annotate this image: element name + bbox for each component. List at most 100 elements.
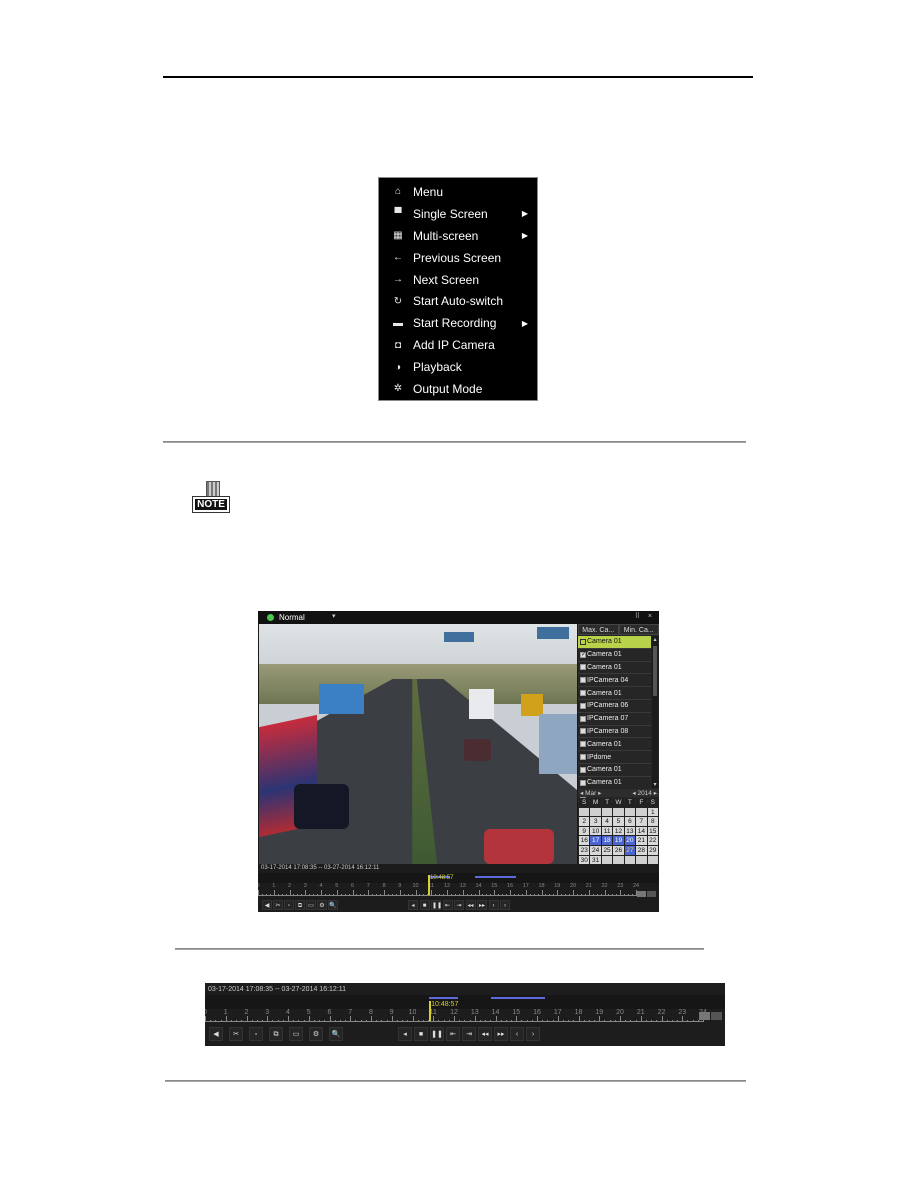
settings-icon[interactable]: ⚙ [309, 1027, 323, 1041]
prev-month-icon[interactable]: ◂ [580, 790, 583, 797]
camera-checkbox[interactable] [580, 754, 586, 761]
calendar-year[interactable]: ◂ 2014 ▸ [632, 789, 657, 797]
zoom-out-button[interactable] [647, 891, 656, 897]
camera-list-item[interactable]: IPCamera 04 [578, 674, 651, 688]
folder-icon[interactable]: ▭ [306, 900, 316, 910]
playback-mode-select[interactable]: Normal [279, 613, 305, 622]
lock-icon[interactable]: ▫ [284, 900, 294, 910]
tab-min-camera[interactable]: Min. Ca... [618, 624, 659, 635]
calendar-day[interactable]: 7 [636, 817, 647, 826]
camera-checkbox[interactable] [580, 702, 586, 709]
calendar-day[interactable]: 12 [613, 826, 624, 836]
camera-list-item[interactable]: Camera 01 [578, 763, 651, 777]
stop-icon[interactable]: ■ [419, 900, 430, 910]
reverse-play-icon[interactable]: ◂ [408, 900, 418, 910]
camera-checkbox[interactable] [580, 728, 586, 735]
camera-checkbox[interactable]: ✓ [580, 651, 586, 658]
camera-list-item[interactable]: Camera 01 [578, 738, 651, 752]
camera-list-item[interactable]: Camera 01 [578, 636, 651, 649]
camera-list-item[interactable]: IPdome [578, 751, 651, 764]
tab-max-camera[interactable]: Max. Ca... [578, 624, 619, 635]
calendar-day[interactable]: 3 [590, 817, 601, 826]
pause-icon[interactable]: ❚❚ [431, 900, 442, 910]
calendar-day[interactable]: 5 [613, 817, 624, 826]
calendar-day[interactable]: 29 [647, 845, 658, 855]
forward-30s-icon[interactable]: ⇥ [454, 900, 464, 910]
scroll-up-icon[interactable]: ▴ [652, 636, 658, 643]
prev-year-icon[interactable]: ◂ [632, 790, 635, 797]
calendar-day[interactable]: 14 [636, 826, 647, 836]
camera-checkbox[interactable] [580, 638, 586, 645]
menu-item-multi-screen[interactable]: ▦ Multi-screen ▶ [379, 225, 537, 247]
calendar-day[interactable]: 25 [601, 845, 613, 855]
folder-icon[interactable]: ▭ [289, 1027, 303, 1041]
next-day-icon[interactable]: › [500, 900, 510, 910]
zoom-in-button[interactable] [637, 891, 646, 897]
audio-icon[interactable]: ◀ [209, 1027, 223, 1041]
calendar-day[interactable]: 20 [624, 836, 636, 845]
calendar-day[interactable]: 17 [590, 836, 601, 845]
stop-icon[interactable]: ■ [414, 1027, 428, 1041]
camera-checkbox[interactable] [580, 779, 586, 786]
menu-item-output-mode[interactable]: ✲ Output Mode [379, 378, 537, 400]
calendar-day[interactable]: 1 [647, 807, 658, 817]
camera-list-scrollbar[interactable]: ▴ ▾ [652, 636, 658, 788]
search-icon[interactable]: 🔍 [329, 1027, 343, 1041]
reverse-play-icon[interactable]: ◂ [398, 1027, 412, 1041]
camera-list-item[interactable]: Camera 01 [578, 776, 651, 790]
camera-list-item[interactable]: IPCamera 07 [578, 712, 651, 726]
copy-icon[interactable]: ⧉ [269, 1027, 283, 1041]
slow-icon[interactable]: ◂◂ [478, 1027, 492, 1041]
fast-icon[interactable]: ▸▸ [477, 900, 487, 910]
prev-day-icon[interactable]: ‹ [510, 1027, 524, 1041]
calendar-day[interactable]: 10 [590, 826, 601, 836]
menu-item-next-screen[interactable]: → Next Screen [379, 269, 537, 291]
camera-list-item[interactable]: IPCamera 08 [578, 725, 651, 739]
calendar-day[interactable]: 24 [590, 845, 601, 855]
calendar-day[interactable]: 8 [647, 817, 658, 826]
calendar-day[interactable]: 30 [579, 855, 590, 865]
calendar-day[interactable]: 31 [590, 855, 601, 865]
menu-item-add-ip-camera[interactable]: ◘ Add IP Camera [379, 334, 537, 356]
fast-icon[interactable]: ▸▸ [494, 1027, 508, 1041]
calendar-day[interactable]: 23 [579, 845, 590, 855]
camera-checkbox[interactable] [580, 715, 586, 722]
calendar-month[interactable]: ◂ Mar ▸ [580, 789, 601, 797]
chevron-down-icon[interactable]: ▾ [332, 612, 336, 620]
menu-item-start-recording[interactable]: ▬ Start Recording ▶ [379, 312, 537, 334]
calendar-day[interactable]: 22 [647, 836, 658, 845]
camera-checkbox[interactable] [580, 664, 586, 671]
forward-30s-icon[interactable]: ⇥ [462, 1027, 476, 1041]
zoom-out-button[interactable] [711, 1012, 722, 1020]
calendar-day[interactable]: 21 [636, 836, 647, 845]
menu-item-menu[interactable]: ⌂ Menu [379, 181, 537, 203]
calendar-day[interactable]: 18 [601, 836, 613, 845]
calendar-day[interactable]: 16 [579, 836, 590, 845]
calendar-day[interactable]: 19 [613, 836, 624, 845]
rewind-30s-icon[interactable]: ⇤ [442, 900, 453, 910]
clip-icon[interactable]: ✂ [229, 1027, 243, 1041]
next-day-icon[interactable]: › [526, 1027, 540, 1041]
zoom-in-button[interactable] [699, 1012, 710, 1020]
rewind-30s-icon[interactable]: ⇤ [446, 1027, 460, 1041]
camera-checkbox[interactable] [580, 766, 586, 773]
camera-list-item[interactable]: Camera 01 [578, 687, 651, 700]
calendar-day[interactable]: 13 [624, 826, 636, 836]
copy-icon[interactable]: ⧉ [295, 900, 305, 910]
calendar-day[interactable]: 2 [579, 817, 590, 826]
lock-icon[interactable]: ▫ [249, 1027, 263, 1041]
calendar-day[interactable]: 26 [613, 845, 624, 855]
scroll-down-icon[interactable]: ▾ [652, 781, 658, 788]
calendar-day[interactable]: 11 [601, 826, 613, 836]
menu-item-single-screen[interactable]: ▀ Single Screen ▶ [379, 203, 537, 225]
camera-checkbox[interactable] [580, 690, 586, 697]
slow-icon[interactable]: ◂◂ [465, 900, 476, 910]
menu-item-start-auto-switch[interactable]: ↻ Start Auto-switch [379, 290, 537, 312]
window-buttons[interactable]: ⠿ × [635, 612, 655, 620]
camera-list-item[interactable]: ✓ Camera 01 [578, 648, 651, 662]
next-year-icon[interactable]: ▸ [654, 790, 657, 797]
next-month-icon[interactable]: ▸ [598, 790, 601, 797]
search-icon[interactable]: 🔍 [328, 900, 338, 910]
timeline[interactable]: 0123456789101112131415161718192021222324… [205, 1001, 707, 1025]
menu-item-playback[interactable]: ◑ Playback [379, 356, 537, 378]
